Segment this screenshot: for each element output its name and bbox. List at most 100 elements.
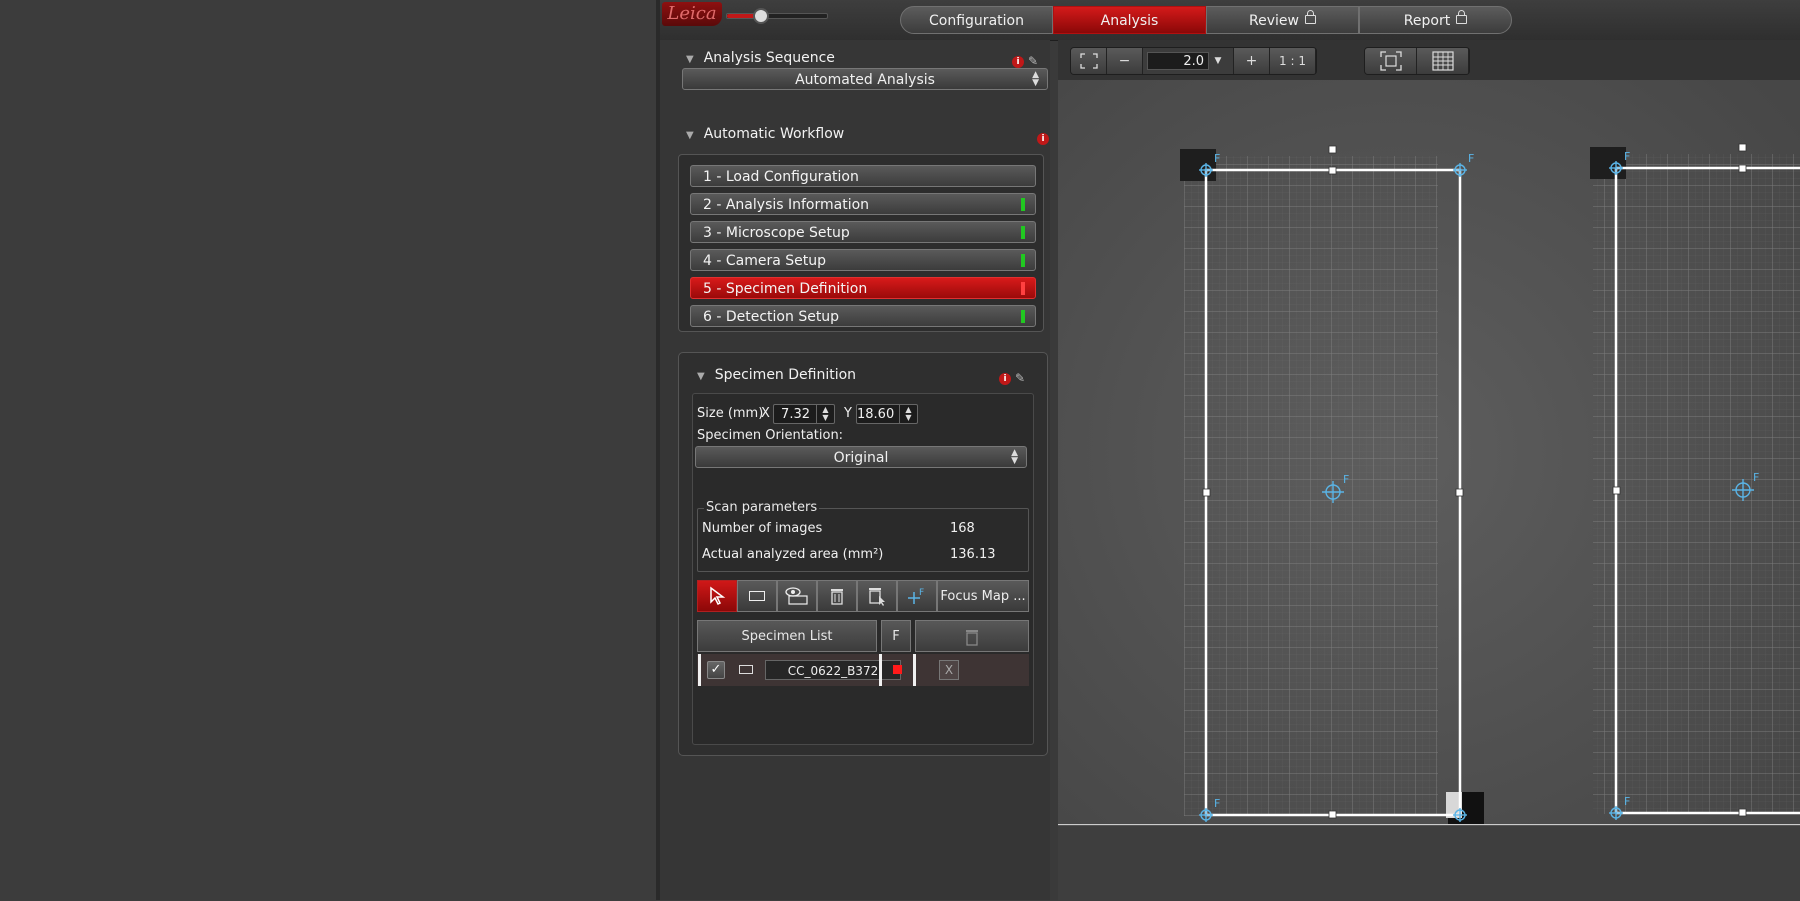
remove-specimen-button[interactable]: X: [939, 660, 959, 680]
workflow-item-load-configuration[interactable]: 1 - Load Configuration: [690, 165, 1036, 187]
selected-value: Automated Analysis: [795, 72, 935, 88]
actual-size-button[interactable]: 1 : 1: [1270, 48, 1316, 74]
workflow-item-label: 4 - Camera Setup: [703, 253, 826, 269]
rectangle-icon: [749, 591, 765, 601]
step-configuration[interactable]: Configuration: [900, 6, 1053, 34]
focus-crosshair-icon: F: [908, 588, 924, 604]
workflow-item-label: 1 - Load Configuration: [703, 169, 859, 185]
workflow-list: 1 - Load Configuration 2 - Analysis Info…: [678, 154, 1044, 332]
info-icon[interactable]: i: [1037, 133, 1049, 145]
zoom-select[interactable]: 2.0 ▼: [1143, 48, 1234, 74]
status-indicator: [1021, 254, 1025, 267]
specimen-2-region[interactable]: F F F: [1590, 143, 1800, 820]
header-label: Specimen List: [741, 629, 833, 644]
zoom-out-button[interactable]: −: [1107, 48, 1143, 74]
pointer-icon: [710, 586, 726, 606]
lock-icon: [1304, 10, 1316, 24]
draw-rectangle-button[interactable]: [737, 580, 777, 612]
size-y-input[interactable]: 18.60 ▲ ▼: [856, 404, 918, 424]
workflow-item-specimen-definition[interactable]: 5 - Specimen Definition: [690, 277, 1036, 299]
delete-button[interactable]: [817, 580, 857, 612]
trash-pointer-icon: [869, 588, 885, 606]
step-analysis[interactable]: Analysis: [1053, 6, 1206, 34]
pin-icon[interactable]: ✎: [1015, 372, 1027, 384]
collapse-triangle-icon[interactable]: ▼: [697, 371, 705, 382]
info-icon[interactable]: i: [1012, 56, 1024, 68]
live-view-button[interactable]: [777, 580, 817, 612]
image-toolbar: − 2.0 ▼ + 1 : 1: [1058, 40, 1800, 81]
pin-icon[interactable]: ✎: [1028, 55, 1040, 67]
focus-column-header[interactable]: F: [881, 620, 911, 652]
specimen-overlay[interactable]: F F F F F F F: [1058, 80, 1800, 825]
focus-marker-label: F: [1624, 795, 1630, 808]
delete-all-button[interactable]: [857, 580, 897, 612]
analysis-sequence-header[interactable]: ▼ Analysis Sequence: [686, 50, 835, 66]
number-of-images-value: 168: [950, 521, 975, 536]
x-label: X: [761, 406, 770, 421]
size-y-value: 18.60: [857, 407, 895, 422]
chevron-down-icon[interactable]: ▼: [1209, 56, 1227, 66]
trash-icon: [831, 589, 843, 605]
focus-map-button[interactable]: Focus Map ...: [937, 580, 1029, 612]
scan-parameters-group: Scan parameters Number of images 168 Act…: [697, 500, 1029, 572]
step-report[interactable]: Report: [1359, 6, 1512, 34]
focus-point-button[interactable]: F: [897, 580, 937, 612]
analyzed-area-label: Actual analyzed area (mm²): [702, 547, 884, 562]
info-icon[interactable]: i: [999, 373, 1011, 385]
specimen-definition-body: Size (mm) X 7.32 ▲ ▼ Y 18.60 ▲ ▼ Specimen …: [692, 393, 1034, 745]
fit-selection-icon: [1379, 51, 1402, 71]
top-bar: Leica Configuration Analysis Review Repo…: [660, 0, 1800, 41]
section-title: Specimen Definition: [714, 367, 857, 383]
step-label: Report: [1403, 13, 1451, 29]
section-title: Automatic Workflow: [703, 126, 845, 142]
collapse-triangle-icon[interactable]: ▼: [686, 130, 694, 141]
fit-selection-button[interactable]: [1365, 48, 1417, 74]
size-x-input[interactable]: 7.32 ▲ ▼: [773, 404, 835, 424]
scan-parameters-title: Scan parameters: [704, 500, 820, 515]
specimen-enabled-checkbox[interactable]: ✓: [707, 661, 725, 679]
status-indicator: [1021, 226, 1025, 239]
workflow-item-analysis-information[interactable]: 2 - Analysis Information: [690, 193, 1036, 215]
workflow-item-camera-setup[interactable]: 4 - Camera Setup: [690, 249, 1036, 271]
focus-marker-label: F: [1343, 473, 1349, 486]
workflow-item-label: 3 - Microscope Setup: [703, 225, 850, 241]
updown-arrows-icon: ▲ ▼: [1032, 70, 1039, 88]
brightness-slider[interactable]: [726, 8, 828, 24]
slider-knob[interactable]: [753, 8, 769, 24]
focus-marker-label: F: [1214, 152, 1220, 165]
automatic-workflow-header[interactable]: ▼ Automatic Workflow: [686, 126, 844, 142]
zoom-in-button[interactable]: +: [1234, 48, 1270, 74]
workflow-item-microscope-setup[interactable]: 3 - Microscope Setup: [690, 221, 1036, 243]
specimen-image-canvas[interactable]: F F F F F F F: [1058, 80, 1800, 825]
zoom-value: 2.0: [1183, 54, 1204, 69]
analysis-sequence-select[interactable]: Automated Analysis ▲ ▼: [682, 68, 1048, 90]
selected-value: Original: [833, 450, 889, 466]
specimen-list-header[interactable]: Specimen List: [697, 620, 877, 652]
zoom-controls: − 2.0 ▼ + 1 : 1: [1070, 47, 1317, 75]
step-label: Review: [1249, 13, 1299, 29]
select-pointer-button[interactable]: [697, 580, 737, 612]
header-label: F: [892, 629, 900, 644]
fit-to-window-button[interactable]: [1071, 48, 1107, 74]
number-of-images-label: Number of images: [702, 521, 823, 536]
spin-arrows-icon[interactable]: ▲ ▼: [816, 405, 834, 423]
specimen-definition-header[interactable]: ▼ Specimen Definition: [697, 367, 856, 383]
spin-arrows-icon[interactable]: ▲ ▼: [899, 405, 917, 423]
workflow-item-detection-setup[interactable]: 6 - Detection Setup: [690, 305, 1036, 327]
step-review[interactable]: Review: [1206, 6, 1359, 34]
zoom-value-field[interactable]: 2.0: [1147, 52, 1209, 70]
grid-toggle-button[interactable]: [1417, 48, 1469, 74]
remove-label: X: [944, 663, 954, 677]
focus-marker-label: F: [1468, 152, 1474, 165]
orientation-select[interactable]: Original ▲ ▼: [695, 446, 1027, 468]
leica-logo: Leica: [662, 2, 722, 26]
delete-column-header[interactable]: [915, 620, 1029, 652]
focus-marker-label: F: [1753, 471, 1759, 484]
row-separator: [913, 654, 916, 686]
eye-icon: [785, 587, 808, 605]
status-indicator: [1021, 310, 1025, 323]
grid-icon: [1431, 51, 1454, 71]
collapse-triangle-icon[interactable]: ▼: [686, 54, 694, 65]
table-row[interactable]: ✓ CC_0622_B372 X: [697, 654, 1029, 686]
specimen-name: CC_0622_B372: [787, 664, 879, 678]
